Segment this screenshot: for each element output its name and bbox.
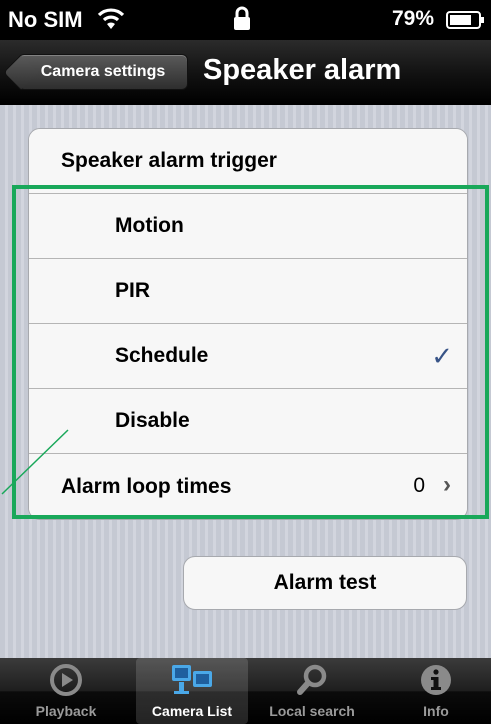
search-icon (256, 662, 368, 698)
tab-info[interactable]: Info (380, 658, 491, 724)
alarm-test-button[interactable]: Alarm test (183, 556, 467, 610)
tab-label: Camera List (151, 703, 233, 719)
camera-list-icon (136, 662, 248, 698)
lock-icon (232, 6, 252, 38)
status-bar: No SIM 79% (0, 0, 491, 40)
page-title: Speaker alarm (203, 54, 402, 86)
back-button-label: Camera settings (40, 63, 166, 80)
tab-local-search[interactable]: Local search (256, 658, 368, 724)
trigger-header-label: Speaker alarm trigger (61, 149, 277, 172)
tab-label: Playback (35, 703, 97, 719)
battery-percent: 79% (392, 7, 435, 30)
playback-icon (10, 662, 122, 698)
wifi-icon (96, 4, 126, 38)
tab-camera-list[interactable]: Camera List (136, 658, 248, 724)
carrier-label: No SIM (8, 7, 83, 32)
highlight-annotation-box (12, 185, 489, 519)
annotation-pointer-line (1, 429, 69, 495)
tab-bar: Playback Camera List Local search Info (0, 658, 491, 724)
tab-label: Info (423, 703, 449, 719)
alarm-test-label: Alarm test (273, 571, 377, 594)
battery-icon (446, 10, 486, 36)
info-icon (380, 662, 491, 698)
back-button[interactable]: Camera settings (18, 54, 188, 90)
tab-label: Local search (269, 703, 355, 719)
tab-playback[interactable]: Playback (10, 658, 122, 724)
navigation-bar: Camera settings Speaker alarm (0, 40, 491, 105)
